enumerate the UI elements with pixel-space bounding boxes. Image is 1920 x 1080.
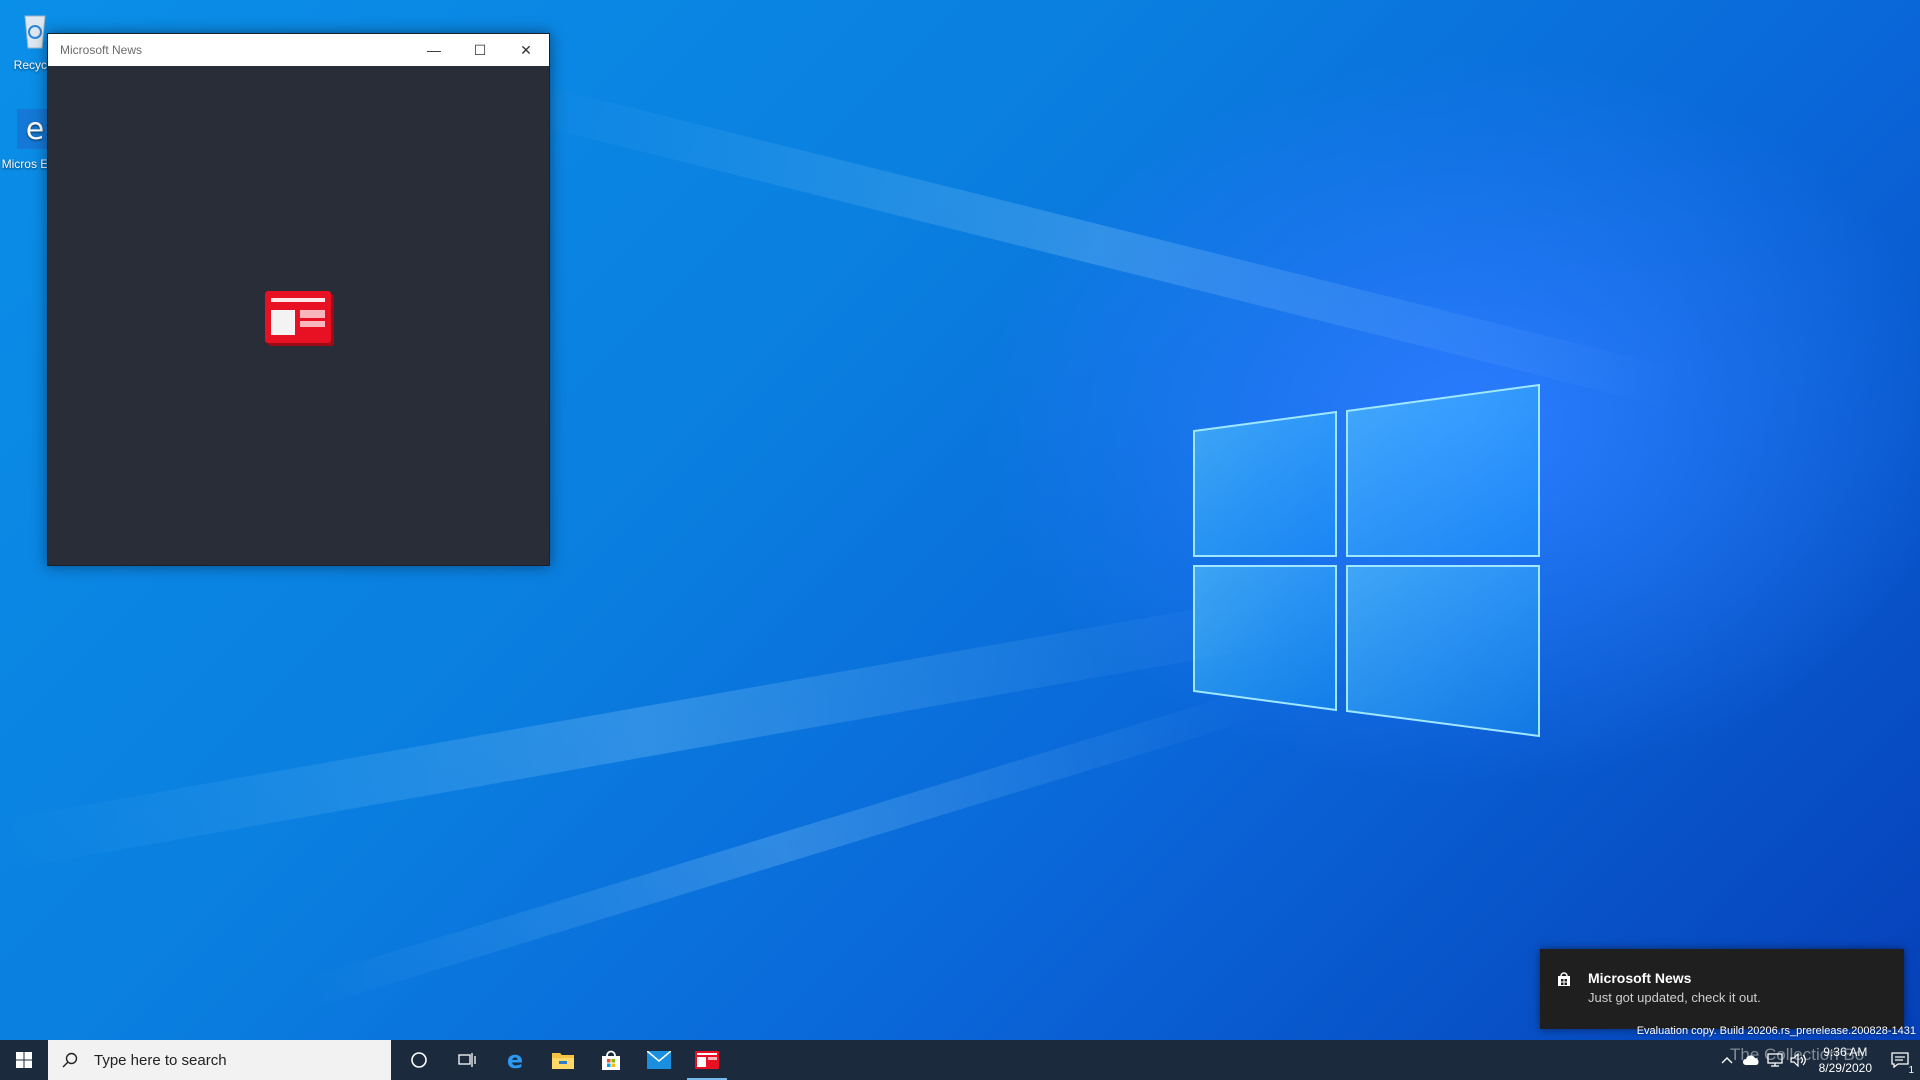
news-icon bbox=[695, 1051, 719, 1069]
search-icon bbox=[48, 1052, 92, 1068]
search-input[interactable] bbox=[92, 1050, 376, 1070]
notification-icon bbox=[1891, 1052, 1909, 1068]
store-icon bbox=[602, 1050, 620, 1070]
task-view-icon bbox=[458, 1053, 476, 1067]
svg-text:e: e bbox=[507, 1048, 523, 1072]
light-beam bbox=[510, 80, 1685, 410]
edge-icon: e bbox=[507, 1048, 523, 1072]
file-explorer-icon bbox=[552, 1053, 574, 1069]
minimize-button[interactable]: — bbox=[411, 34, 457, 66]
taskbar: e bbox=[0, 1040, 1920, 1080]
notification-count-badge: 1 bbox=[1908, 1065, 1914, 1076]
cortana-button[interactable] bbox=[395, 1040, 443, 1080]
light-beam bbox=[0, 594, 1289, 870]
window-title: Microsoft News bbox=[60, 43, 143, 57]
action-center-button[interactable]: 1 bbox=[1880, 1040, 1920, 1080]
taskbar-news-button[interactable] bbox=[683, 1040, 731, 1080]
svg-text:e: e bbox=[26, 112, 44, 147]
build-watermark: Evaluation copy. Build 20206.rs_prerelea… bbox=[1636, 1025, 1916, 1037]
taskbar-mail-button[interactable] bbox=[635, 1040, 683, 1080]
desktop: Recycle e Micros Edge Microsoft News — ☐… bbox=[0, 0, 1920, 1080]
toast-body: Just got updated, check it out. bbox=[1588, 990, 1761, 1005]
title-bar[interactable]: Microsoft News — ☐ ✕ bbox=[48, 34, 549, 66]
light-beam bbox=[300, 687, 1266, 1009]
app-window[interactable]: Microsoft News — ☐ ✕ bbox=[47, 33, 550, 566]
taskbar-store-button[interactable] bbox=[587, 1040, 635, 1080]
windows-logo bbox=[1193, 383, 1540, 738]
toast-notification[interactable]: Microsoft News Just got updated, check i… bbox=[1540, 949, 1904, 1029]
start-button[interactable] bbox=[0, 1040, 48, 1080]
toast-title: Microsoft News bbox=[1588, 970, 1692, 986]
watermark-text: The Collection Bo bbox=[1730, 1045, 1865, 1064]
taskbar-file-explorer-button[interactable] bbox=[539, 1040, 587, 1080]
cortana-icon bbox=[411, 1052, 427, 1068]
maximize-button[interactable]: ☐ bbox=[457, 34, 503, 66]
task-view-button[interactable] bbox=[443, 1040, 491, 1080]
windows-start-icon bbox=[16, 1052, 32, 1068]
store-icon bbox=[1558, 972, 1570, 986]
search-box[interactable] bbox=[48, 1040, 391, 1080]
news-icon bbox=[265, 291, 334, 346]
close-button[interactable]: ✕ bbox=[503, 34, 549, 66]
taskbar-edge-button[interactable]: e bbox=[491, 1040, 539, 1080]
mail-icon bbox=[647, 1051, 671, 1069]
